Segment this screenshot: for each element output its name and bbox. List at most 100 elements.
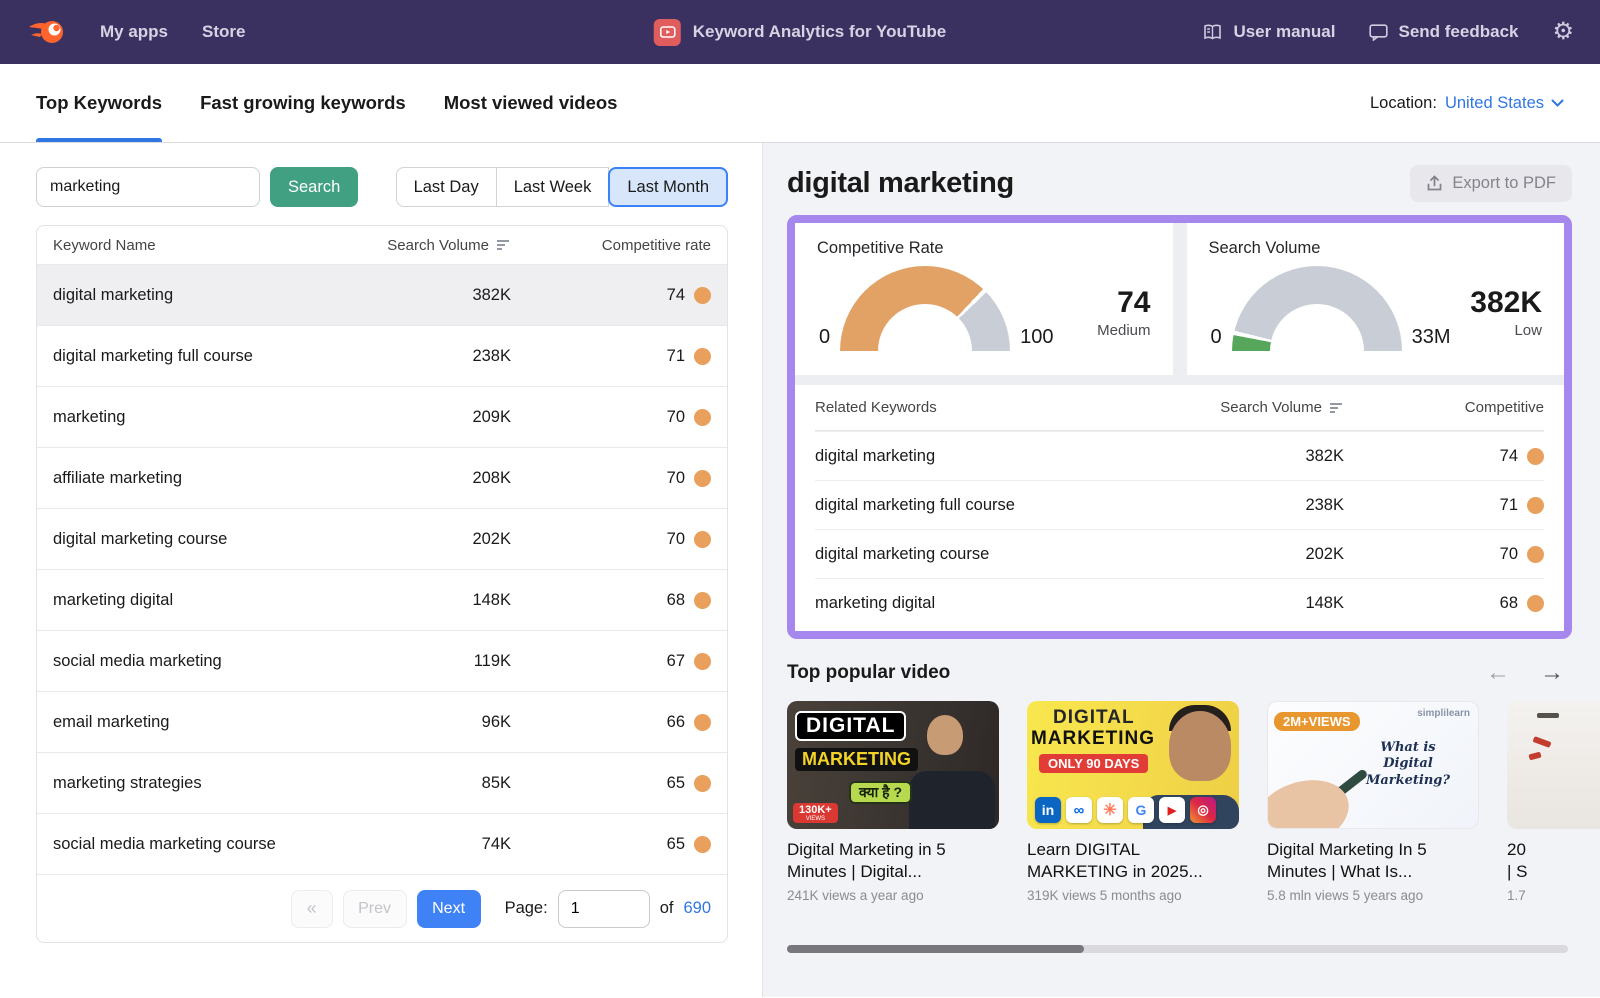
- keyword-detail-panel: digital marketing Export to PDF Competit…: [762, 143, 1600, 997]
- export-pdf-button[interactable]: Export to PDF: [1410, 165, 1572, 202]
- gauge-level: Low: [1470, 322, 1542, 339]
- book-icon: [1202, 24, 1223, 41]
- google-icon: G: [1128, 797, 1154, 823]
- youtube-app-icon: [654, 19, 681, 46]
- gauge-min-label: 0: [1211, 326, 1222, 349]
- linkedin-icon: in: [1035, 797, 1061, 823]
- keywords-table: Keyword Name Search Volume Competitive r…: [36, 225, 728, 943]
- tab-most-viewed-videos[interactable]: Most viewed videos: [444, 64, 618, 142]
- table-row[interactable]: marketing 209K 70: [37, 386, 727, 447]
- table-row[interactable]: digital marketing course 202K 70: [37, 508, 727, 569]
- related-row[interactable]: digital marketing course 202K 70: [815, 529, 1544, 578]
- views-badge: 130K+VIEWS: [793, 803, 838, 823]
- rate-dot: [694, 836, 711, 853]
- top-navbar: My apps Store Keyword Analytics for YouT…: [0, 0, 1600, 64]
- competitive-rate-gauge-card: Competitive Rate 0 100 74 Medium: [795, 223, 1173, 375]
- table-row[interactable]: social media marketing 119K 67: [37, 630, 727, 691]
- table-row[interactable]: digital marketing full course 238K 71: [37, 325, 727, 386]
- col-competitive: Competitive: [1344, 399, 1544, 416]
- top-popular-video-heading: Top popular video: [787, 662, 950, 684]
- page-label: Page:: [505, 899, 548, 918]
- days-badge: ONLY 90 DAYS: [1039, 754, 1148, 773]
- page-number-input[interactable]: [558, 890, 650, 928]
- video-carousel: DIGITAL MARKETING क्या है ? 130K+VIEWS D…: [787, 701, 1600, 903]
- person-figure: [1169, 711, 1231, 781]
- video-thumbnail: simplilearn 2M+VIEWS What is Digital Mar…: [1267, 701, 1479, 829]
- rate-dot: [694, 409, 711, 426]
- video-card[interactable]: DIGITAL MARKETING ONLY 90 DAYS in ∞ ✳ G …: [1027, 701, 1239, 903]
- rate-dot: [694, 592, 711, 609]
- active-tab-underline: [36, 138, 162, 142]
- semrush-logo-icon[interactable]: [26, 18, 66, 46]
- prev-page-button[interactable]: Prev: [343, 890, 407, 928]
- keyword-search-input[interactable]: [36, 167, 260, 207]
- related-header-row: Related Keywords Search Volume Competiti…: [815, 385, 1544, 431]
- hand-graphic: [1267, 769, 1358, 829]
- video-title: 20 | S: [1507, 839, 1600, 884]
- gauge-value: 74: [1097, 286, 1150, 320]
- video-meta: 319K views 5 months ago: [1027, 888, 1239, 903]
- table-row[interactable]: social media marketing course 74K 65: [37, 813, 727, 874]
- settings-gear-icon[interactable]: ⚙: [1552, 20, 1574, 44]
- video-meta: 5.8 mln views 5 years ago: [1267, 888, 1479, 903]
- search-button[interactable]: Search: [270, 167, 358, 207]
- rate-dot: [1527, 448, 1544, 465]
- period-last-week[interactable]: Last Week: [496, 167, 610, 207]
- related-row[interactable]: digital marketing 382K 74: [815, 431, 1544, 480]
- competitive-rate-gauge: [840, 266, 1010, 351]
- related-keywords-table: Related Keywords Search Volume Competiti…: [795, 385, 1564, 631]
- next-page-button[interactable]: Next: [417, 890, 481, 928]
- rate-dot: [694, 531, 711, 548]
- rate-dot: [694, 348, 711, 365]
- table-row[interactable]: affiliate marketing 208K 70: [37, 447, 727, 508]
- location-selector[interactable]: United States: [1445, 94, 1564, 113]
- sort-icon: [497, 239, 511, 251]
- video-card[interactable]: simplilearn 2M+VIEWS What is Digital Mar…: [1267, 701, 1479, 903]
- related-row[interactable]: marketing digital 148K 68: [815, 578, 1544, 627]
- table-row[interactable]: digital marketing 382K 74: [37, 264, 727, 325]
- table-row[interactable]: email marketing 96K 66: [37, 691, 727, 752]
- video-title: Digital Marketing in 5 Minutes | Digital…: [787, 839, 999, 884]
- carousel-next-icon[interactable]: →: [1540, 659, 1564, 687]
- rate-dot: [694, 470, 711, 487]
- table-row[interactable]: marketing strategies 85K 65: [37, 752, 727, 813]
- video-card[interactable]: DIGITAL MARKETING क्या है ? 130K+VIEWS D…: [787, 701, 999, 903]
- col-related-keywords: Related Keywords: [815, 399, 1104, 416]
- chat-bubble-icon: [1369, 24, 1388, 41]
- video-card[interactable]: 20 | S 1.7: [1507, 701, 1600, 903]
- period-last-month[interactable]: Last Month: [608, 167, 728, 207]
- video-thumbnail: DIGITAL MARKETING क्या है ? 130K+VIEWS: [787, 701, 999, 829]
- table-row[interactable]: marketing digital 148K 68: [37, 569, 727, 630]
- col-search-volume[interactable]: Search Volume: [1104, 399, 1344, 416]
- upload-icon: [1426, 175, 1443, 192]
- tab-top-keywords[interactable]: Top Keywords: [36, 64, 162, 142]
- video-meta: 1.7: [1507, 888, 1600, 903]
- video-title: Digital Marketing In 5 Minutes | What Is…: [1267, 839, 1479, 884]
- rate-dot: [694, 287, 711, 304]
- col-search-volume[interactable]: Search Volume: [371, 237, 511, 254]
- user-manual-link[interactable]: User manual: [1202, 22, 1335, 42]
- related-row[interactable]: digital marketing full course 238K 71: [815, 480, 1544, 529]
- gauge-value: 382K: [1470, 286, 1542, 320]
- search-volume-gauge-card: Search Volume 0 33M 382K Low: [1187, 223, 1565, 375]
- app-title: Keyword Analytics for YouTube: [693, 22, 946, 42]
- scrollbar-thumb[interactable]: [787, 945, 1084, 953]
- carousel-prev-icon[interactable]: ←: [1486, 659, 1510, 687]
- period-toggle: Last Day Last Week Last Month: [396, 167, 728, 207]
- nav-my-apps[interactable]: My apps: [100, 22, 168, 42]
- period-last-day[interactable]: Last Day: [396, 167, 497, 207]
- total-pages[interactable]: 690: [683, 899, 711, 918]
- hubspot-icon: ✳: [1097, 797, 1123, 823]
- send-feedback-link[interactable]: Send feedback: [1369, 22, 1518, 42]
- keywords-panel: Search Last Day Last Week Last Month Key…: [0, 143, 762, 997]
- nav-store[interactable]: Store: [202, 22, 245, 42]
- tab-bar: Top Keywords Fast growing keywords Most …: [0, 64, 1600, 143]
- pagination: « Prev Next Page: of 690: [37, 874, 727, 942]
- youtube-icon: ▶: [1159, 797, 1185, 823]
- first-page-button[interactable]: «: [291, 890, 333, 928]
- video-meta: 241K views a year ago: [787, 888, 999, 903]
- tab-fast-growing-keywords[interactable]: Fast growing keywords: [200, 64, 406, 142]
- rate-dot: [1527, 595, 1544, 612]
- chevron-down-icon: [1551, 99, 1564, 108]
- person-figure: [927, 715, 963, 755]
